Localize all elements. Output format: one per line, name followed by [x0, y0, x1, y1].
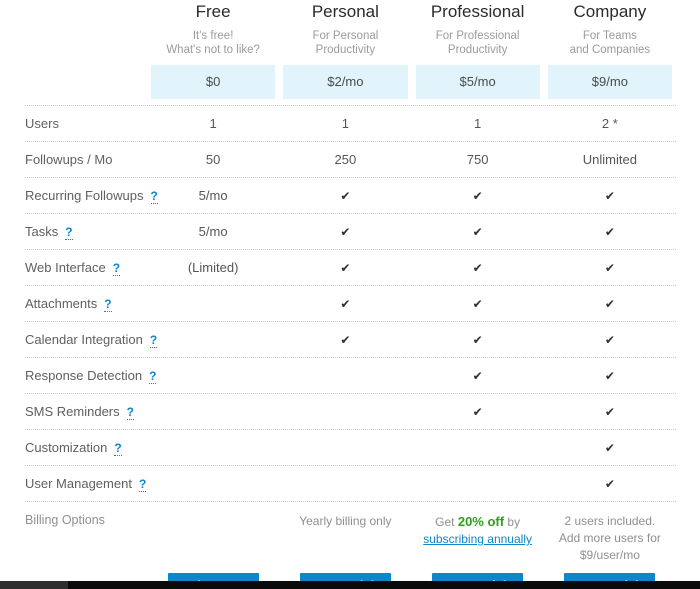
plan-subtitle: It's free! What's not to like?	[166, 30, 260, 56]
price-cell-company: $9/mo	[544, 65, 676, 99]
check-icon: ✔	[604, 224, 615, 239]
plan-header-company: Company For Teams and Companies	[544, 2, 676, 57]
check-icon: ✔	[472, 188, 483, 203]
feature-label: User Management	[25, 475, 132, 491]
billing-note-professional: Get 20% off by subscribing annually	[423, 514, 532, 546]
plan-subtitle: For Teams and Companies	[569, 30, 651, 56]
check-icon: ✔	[604, 296, 615, 311]
subscribe-annually-link[interactable]: subscribing annually	[423, 532, 532, 546]
feature-value: 2 *	[601, 116, 618, 131]
feature-value: Unlimited	[582, 152, 637, 167]
plan-title: Company	[573, 2, 647, 21]
feature-label: SMS Reminders	[25, 403, 120, 419]
plan-header-professional: Professional For Professional Productivi…	[412, 2, 544, 57]
feature-value: 1	[209, 116, 217, 131]
table-row-user-management: User Management? ✔	[25, 466, 676, 502]
table-row-attachments: Attachments? ✔ ✔ ✔	[25, 286, 676, 322]
table-row-followups: Followups / Mo 50 250 750 Unlimited	[25, 142, 676, 178]
feature-value: (Limited)	[187, 260, 239, 275]
feature-label: Followups / Mo	[25, 152, 113, 167]
check-icon: ✔	[340, 332, 351, 347]
plan-header-free: Free It's free! What's not to like?	[147, 2, 279, 57]
feature-value: 1	[341, 116, 349, 131]
check-icon: ✔	[472, 260, 483, 275]
table-row-tasks: Tasks? 5/mo ✔ ✔ ✔	[25, 214, 676, 250]
table-row-recurring-followups: Recurring Followups? 5/mo ✔ ✔ ✔	[25, 178, 676, 214]
feature-value: 250	[334, 152, 357, 167]
price-personal: $2/mo	[283, 65, 408, 99]
check-icon: ✔	[340, 188, 351, 203]
plan-title: Personal	[311, 2, 379, 21]
billing-note-personal: Yearly billing only	[299, 514, 392, 528]
check-icon: ✔	[472, 332, 483, 347]
check-icon: ✔	[604, 440, 615, 455]
feature-label: Attachments	[25, 295, 98, 311]
price-cell-free: $0	[147, 65, 279, 99]
pricing-table: Free It's free! What's not to like? Pers…	[0, 0, 700, 589]
billing-options-row: Billing Options Yearly billing only Get …	[25, 502, 676, 564]
check-icon: ✔	[340, 260, 351, 275]
check-icon: ✔	[604, 368, 615, 383]
feature-value: 750	[466, 152, 489, 167]
bottom-edge-bar	[0, 581, 700, 589]
check-icon: ✔	[340, 224, 351, 239]
help-icon[interactable]: ?	[138, 477, 147, 492]
feature-value: 5/mo	[198, 224, 228, 239]
check-icon: ✔	[472, 368, 483, 383]
feature-label: Recurring Followups	[25, 187, 144, 203]
check-icon: ✔	[604, 476, 615, 491]
check-icon: ✔	[604, 188, 615, 203]
check-icon: ✔	[340, 296, 351, 311]
bottom-edge-bar-segment	[0, 581, 68, 589]
price-spacer	[25, 65, 147, 99]
feature-value: 5/mo	[198, 188, 228, 203]
plan-subtitle: For Personal Productivity	[312, 30, 379, 56]
help-icon[interactable]: ?	[65, 225, 73, 240]
feature-rows: Users 1 1 1 2 * Followups / Mo 50 250 75…	[25, 105, 676, 502]
feature-value: 50	[205, 152, 221, 167]
price-cell-personal: $2/mo	[279, 65, 411, 99]
check-icon: ✔	[472, 224, 483, 239]
help-icon[interactable]: ?	[126, 405, 134, 420]
plan-title: Free	[195, 2, 231, 21]
table-row-sms-reminders: SMS Reminders? ✔ ✔	[25, 394, 676, 430]
help-icon[interactable]: ?	[114, 441, 122, 456]
feature-label: Customization	[25, 439, 108, 455]
help-icon[interactable]: ?	[149, 369, 157, 384]
billing-options-label: Billing Options	[25, 513, 105, 527]
check-icon: ✔	[604, 404, 615, 419]
table-row-users: Users 1 1 1 2 *	[25, 106, 676, 142]
feature-label: Tasks	[25, 223, 59, 239]
table-row-response-detection: Response Detection? ✔ ✔	[25, 358, 676, 394]
price-row: $0 $2/mo $5/mo $9/mo	[25, 65, 676, 99]
header-spacer	[25, 2, 147, 57]
plan-title: Professional	[430, 2, 525, 21]
help-icon[interactable]: ?	[149, 333, 158, 348]
table-row-calendar-integration: Calendar Integration? ✔ ✔ ✔	[25, 322, 676, 358]
price-cell-professional: $5/mo	[412, 65, 544, 99]
discount-highlight: 20% off	[457, 514, 505, 529]
feature-label: Web Interface	[25, 259, 106, 275]
check-icon: ✔	[472, 404, 483, 419]
feature-label: Response Detection	[25, 367, 143, 383]
table-row-web-interface: Web Interface? (Limited) ✔ ✔ ✔	[25, 250, 676, 286]
table-row-customization: Customization? ✔	[25, 430, 676, 466]
billing-note-company: 2 users included. Add more users for $9/…	[558, 514, 661, 562]
plan-header-row: Free It's free! What's not to like? Pers…	[25, 2, 676, 57]
help-icon[interactable]: ?	[104, 297, 112, 312]
plan-header-personal: Personal For Personal Productivity	[279, 2, 411, 57]
price-free: $0	[151, 65, 276, 99]
feature-label: Calendar Integration	[25, 331, 143, 347]
price-company: $9/mo	[547, 65, 672, 99]
feature-label: Users	[25, 116, 59, 131]
plan-subtitle: For Professional Productivity	[435, 30, 520, 56]
help-icon[interactable]: ?	[112, 261, 121, 276]
price-professional: $5/mo	[415, 65, 540, 99]
feature-value: 1	[474, 116, 482, 131]
check-icon: ✔	[604, 260, 615, 275]
check-icon: ✔	[604, 332, 615, 347]
check-icon: ✔	[472, 296, 483, 311]
